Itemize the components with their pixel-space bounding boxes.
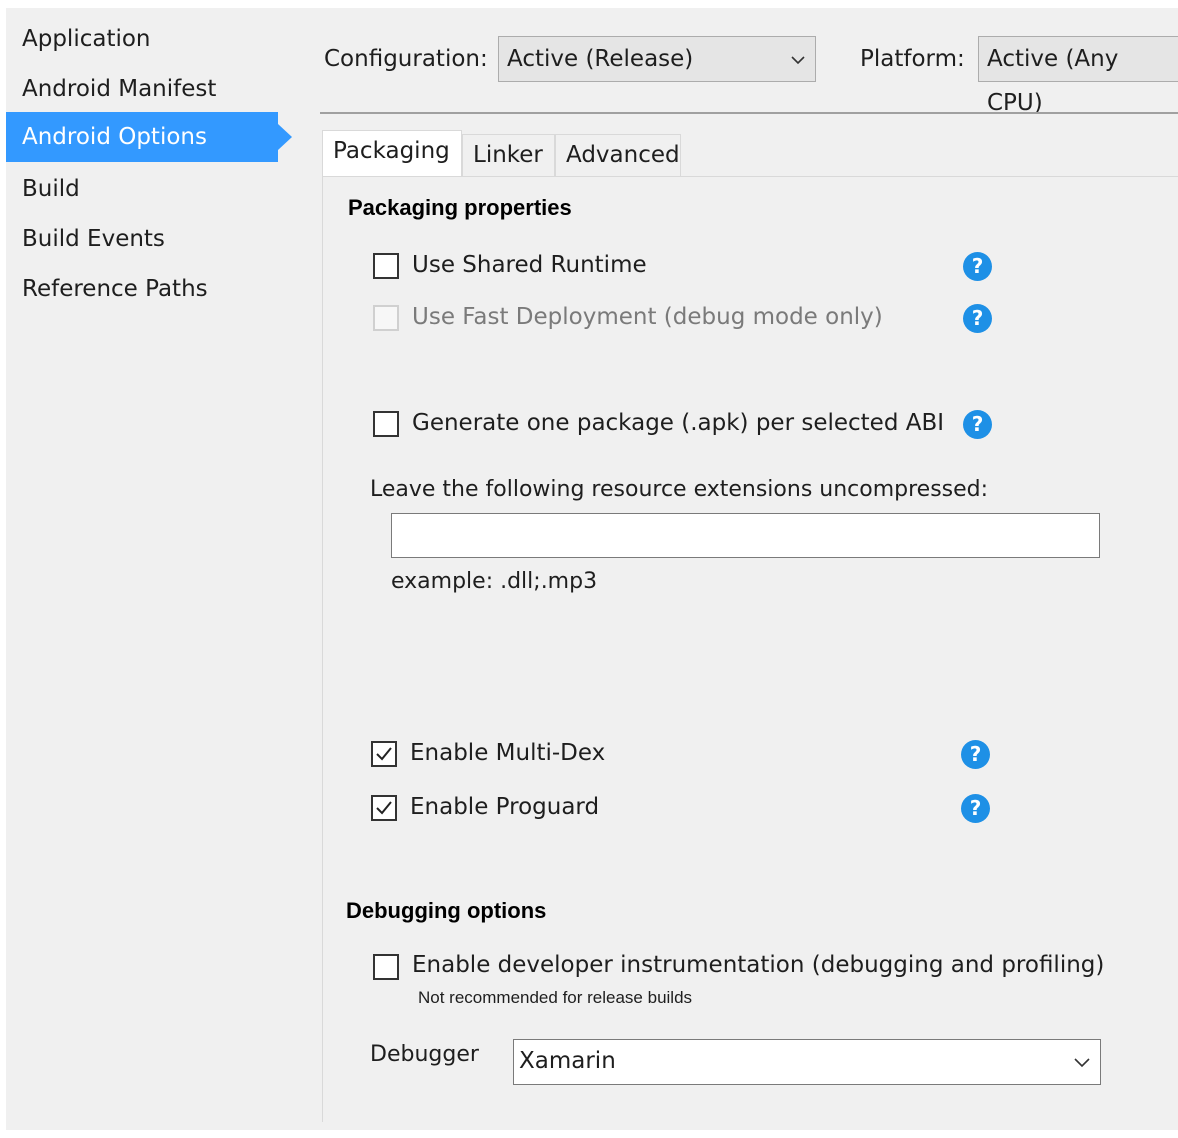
tab-advanced[interactable]: Advanced [555, 134, 681, 178]
sidebar-item-android-manifest[interactable]: Android Manifest [6, 64, 278, 114]
platform-combobox[interactable]: Active (Any CPU) [978, 36, 1178, 116]
sidebar-item-build[interactable]: Build [6, 164, 278, 214]
packaging-properties-title: Packaging properties [348, 195, 572, 220]
sidebar-item-android-options[interactable]: Android Options [6, 112, 292, 162]
help-icon[interactable]: ? [963, 252, 992, 281]
configuration-value: Active (Release) [507, 46, 694, 72]
debugger-label: Debugger [370, 1042, 479, 1067]
help-icon[interactable]: ? [961, 740, 990, 769]
uncompressed-extensions-input[interactable] [391, 513, 1100, 558]
checkmark-icon [376, 747, 392, 761]
platform-label: Platform: [860, 46, 965, 72]
instrumentation-note: Not recommended for release builds [418, 988, 693, 1007]
chevron-down-icon [791, 56, 805, 65]
use-fast-deployment-checkbox [373, 305, 399, 331]
one-package-per-abi-label[interactable]: Generate one package (.apk) per selected… [412, 410, 944, 436]
tab-packaging[interactable]: Packaging [322, 130, 462, 176]
one-package-per-abi-checkbox[interactable] [373, 411, 399, 437]
header-separator [320, 112, 1178, 114]
debugger-dropdown[interactable]: Xamarin [513, 1039, 1101, 1085]
sidebar-item-reference-paths[interactable]: Reference Paths [6, 264, 278, 314]
developer-instrumentation-checkbox[interactable] [373, 954, 399, 980]
debugging-options-title: Debugging options [346, 898, 547, 923]
example-hint: example: .dll;.mp3 [391, 569, 598, 594]
sidebar-item-application[interactable]: Application [6, 14, 278, 64]
developer-instrumentation-label[interactable]: Enable developer instrumentation (debugg… [412, 952, 1104, 978]
use-shared-runtime-checkbox[interactable] [373, 253, 399, 279]
enable-proguard-checkbox[interactable] [371, 795, 397, 821]
help-icon[interactable]: ? [961, 794, 990, 823]
enable-multi-dex-label[interactable]: Enable Multi-Dex [410, 740, 605, 766]
configuration-combobox[interactable]: Active (Release) [498, 36, 816, 82]
enable-multi-dex-checkbox[interactable] [371, 741, 397, 767]
debugger-value: Xamarin [519, 1048, 616, 1074]
tab-linker[interactable]: Linker [462, 134, 555, 178]
checkmark-icon [376, 801, 392, 815]
help-icon[interactable]: ? [963, 304, 992, 333]
chevron-down-icon [1074, 1058, 1090, 1068]
help-icon[interactable]: ? [963, 410, 992, 439]
use-fast-deployment-label: Use Fast Deployment (debug mode only) [412, 304, 883, 330]
enable-proguard-label[interactable]: Enable Proguard [410, 794, 599, 820]
uncompressed-extensions-label: Leave the following resource extensions … [370, 477, 989, 502]
configuration-label: Configuration: [324, 46, 488, 72]
sidebar-item-build-events[interactable]: Build Events [6, 214, 278, 264]
use-shared-runtime-label[interactable]: Use Shared Runtime [412, 252, 647, 278]
